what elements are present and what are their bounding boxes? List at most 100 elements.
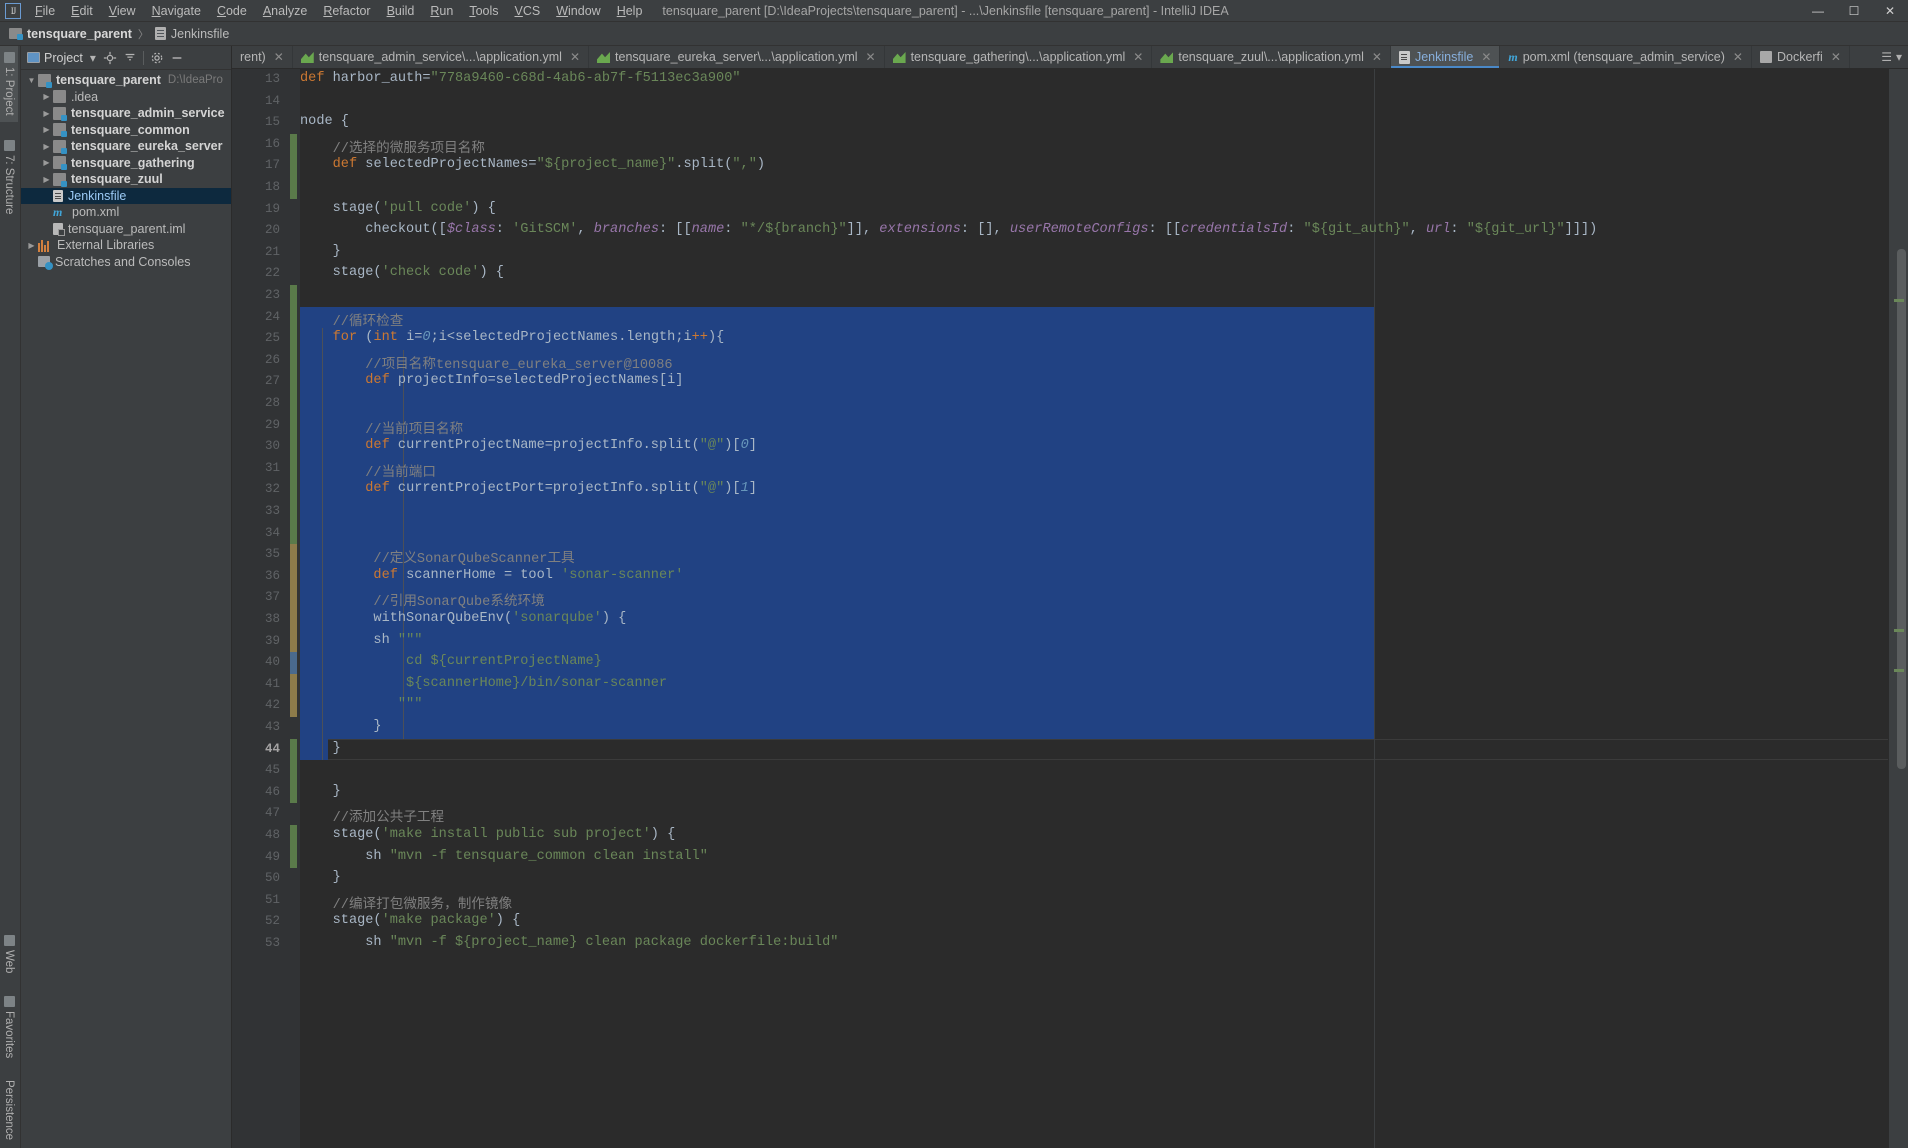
tab-settings-icon[interactable]: ▾ <box>1896 50 1902 64</box>
maximize-button[interactable]: ☐ <box>1836 0 1872 22</box>
tool-window-project-label: 1: Project <box>3 67 15 116</box>
vcs-change-marker[interactable] <box>290 825 297 869</box>
tree-node-label: tensquare_parent <box>56 73 161 88</box>
close-icon[interactable]: ✕ <box>1133 50 1143 64</box>
tree-node[interactable]: ▶ tensquare_zuul <box>21 171 231 188</box>
code-line: def scannerHome = tool 'sonar-scanner' <box>300 568 683 583</box>
module-icon <box>53 123 67 138</box>
code-token-fld: url <box>1425 222 1451 238</box>
tree-node[interactable]: ▼ tensquare_parent D:\IdeaPro <box>21 72 231 89</box>
tab-tensquare-gathering-application-yml[interactable]: tensquare_gathering\...\application.yml ✕ <box>885 46 1153 68</box>
collapse-all-icon[interactable] <box>120 48 140 68</box>
code-editor[interactable]: 13 14 15 16 17 18 19 20 21 22 23 24 25 26 27 28 29 30 31 32… <box>232 69 1908 1148</box>
chevron-right-icon[interactable]: ▶ <box>40 92 53 101</box>
chevron-right-icon[interactable]: ▶ <box>40 125 53 134</box>
error-stripe-marker[interactable] <box>1894 299 1904 302</box>
chevron-right-icon[interactable]: ▶ <box>40 109 53 118</box>
tab-pom-xml-tensquare-admin-service[interactable]: m pom.xml (tensquare_admin_service) ✕ <box>1500 46 1752 68</box>
tool-window-project[interactable]: 1: Project <box>0 46 18 122</box>
chevron-right-icon[interactable]: ▶ <box>40 175 53 184</box>
code-token-fld: branches <box>593 222 659 238</box>
chevron-down-icon[interactable]: ▾ <box>86 48 100 68</box>
menu-item-build[interactable]: Build <box>379 2 423 20</box>
chevron-right-icon[interactable]: ▶ <box>40 158 53 167</box>
menu-item-vcs[interactable]: VCS <box>507 2 549 20</box>
chevron-right-icon[interactable]: ▶ <box>25 241 38 250</box>
editor-gutter[interactable]: 13 14 15 16 17 18 19 20 21 22 23 24 25 26 27 28 29 30 31 32… <box>232 69 288 1148</box>
code-line: } <box>300 741 341 756</box>
breadcrumb-project[interactable]: tensquare_parent <box>6 27 135 41</box>
tab-truncated[interactable]: rent) ✕ <box>232 46 293 68</box>
tool-window-persistence[interactable]: Persistence <box>0 1074 18 1146</box>
tab-dockerfi[interactable]: Dockerfi ✕ <box>1752 46 1850 68</box>
close-icon[interactable]: ✕ <box>1372 50 1382 64</box>
code-token-str: 'check code' <box>381 265 480 281</box>
vcs-change-marker[interactable] <box>290 133 297 199</box>
tool-window-structure[interactable]: 7: Structure <box>0 134 18 220</box>
tab-list-icon[interactable]: ☰ <box>1881 50 1892 64</box>
vcs-change-marker[interactable] <box>290 285 297 545</box>
minimize-button[interactable]: — <box>1800 0 1836 22</box>
tool-window-web[interactable]: Web <box>0 929 18 979</box>
tab-jenkinsfile[interactable]: Jenkinsfile ✕ <box>1390 46 1501 68</box>
locate-icon[interactable] <box>100 48 120 68</box>
chevron-down-icon[interactable]: ▼ <box>25 76 38 85</box>
vcs-change-marker[interactable] <box>290 544 297 717</box>
menu-item-edit[interactable]: Edit <box>63 2 101 20</box>
hide-icon[interactable] <box>167 48 187 68</box>
error-stripe-marker[interactable] <box>1894 629 1904 632</box>
tree-node[interactable]: ▶ tensquare_common <box>21 122 231 139</box>
code-token-str: "${project_name}" <box>536 157 676 173</box>
close-icon[interactable]: ✕ <box>866 50 876 64</box>
chevron-right-icon[interactable]: ▶ <box>40 142 53 151</box>
menu-item-help[interactable]: Help <box>609 2 651 20</box>
tab-label: tensquare_zuul\...\application.yml <box>1178 50 1364 64</box>
error-stripe-scrollbar[interactable] <box>1888 69 1908 1148</box>
tree-node-selected[interactable]: Jenkinsfile <box>21 187 231 204</box>
error-stripe-marker[interactable] <box>1894 669 1904 672</box>
breadcrumb-file[interactable]: Jenkinsfile <box>152 27 232 41</box>
vcs-change-marker[interactable] <box>290 652 297 674</box>
tree-node[interactable]: m pom.xml <box>21 204 231 221</box>
tab-tensquare-eureka-server-application-yml[interactable]: tensquare_eureka_server\...\application.… <box>589 46 885 68</box>
menu-item-view[interactable]: View <box>101 2 144 20</box>
tab-tensquare-zuul-application-yml[interactable]: tensquare_zuul\...\application.yml ✕ <box>1152 46 1391 68</box>
code-text-area[interactable]: def harbor_auth="778a9460-c68d-4ab6-ab7f… <box>300 69 1888 1148</box>
line-number: 47 <box>264 806 280 821</box>
line-number: 26 <box>264 352 280 367</box>
favorites-star-icon <box>3 995 15 1007</box>
tool-window-favorites[interactable]: Favorites <box>0 990 18 1064</box>
tab-tensquare-admin-service-application-yml[interactable]: tensquare_admin_service\...\application.… <box>293 46 590 68</box>
close-button[interactable]: ✕ <box>1872 0 1908 22</box>
code-token-cmt: //循环检查 <box>300 314 404 330</box>
close-icon[interactable]: ✕ <box>274 50 284 64</box>
tree-node[interactable]: tensquare_parent.iml <box>21 221 231 238</box>
code-token-str: "*/${branch}" <box>740 222 847 238</box>
close-icon[interactable]: ✕ <box>1733 50 1743 64</box>
close-icon[interactable]: ✕ <box>1831 50 1841 64</box>
tree-node[interactable]: ▶ tensquare_admin_service <box>21 105 231 122</box>
menu-item-window[interactable]: Window <box>548 2 608 20</box>
line-number: 13 <box>264 72 280 86</box>
code-token-str: """ <box>397 632 423 648</box>
menu-item-tools[interactable]: Tools <box>461 2 506 20</box>
tree-node[interactable]: ▶ .idea <box>21 89 231 106</box>
editor-scrollbar-thumb[interactable] <box>1897 249 1906 769</box>
tree-node[interactable]: ▶ tensquare_gathering <box>21 155 231 172</box>
tree-node[interactable]: ▶ tensquare_eureka_server <box>21 138 231 155</box>
tree-node[interactable]: ▶ External Libraries <box>21 237 231 254</box>
menu-item-refactor[interactable]: Refactor <box>315 2 378 20</box>
line-number: 37 <box>264 590 280 605</box>
close-icon[interactable]: ✕ <box>570 50 580 64</box>
tree-node[interactable]: Scratches and Consoles <box>21 254 231 271</box>
close-icon[interactable]: ✕ <box>1481 50 1491 64</box>
menu-item-run[interactable]: Run <box>422 2 461 20</box>
menu-item-code[interactable]: Code <box>209 2 255 20</box>
code-token-plain: ){ <box>707 330 725 346</box>
vcs-change-marker[interactable] <box>290 738 297 804</box>
menu-item-navigate[interactable]: Navigate <box>144 2 209 20</box>
menu-item-analyze[interactable]: Analyze <box>255 2 315 20</box>
menu-item-file[interactable]: File <box>27 2 63 20</box>
settings-gear-icon[interactable] <box>147 48 167 68</box>
